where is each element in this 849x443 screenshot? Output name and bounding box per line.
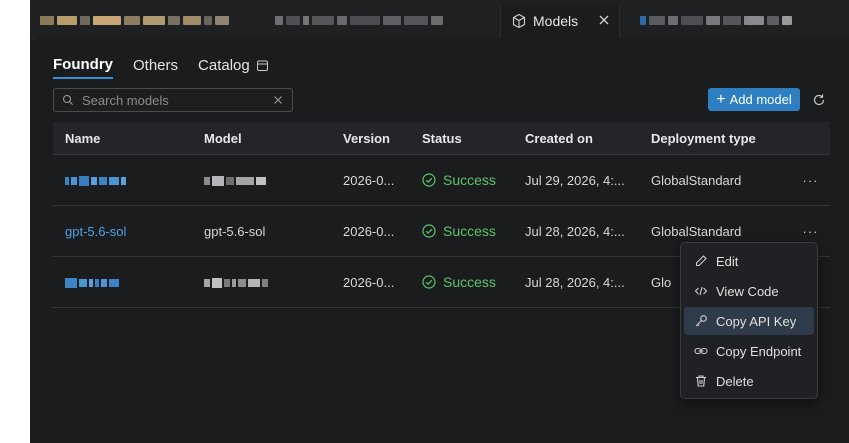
search-box[interactable] xyxy=(53,88,293,112)
menu-item-label: Copy Endpoint xyxy=(716,343,802,359)
redacted-model xyxy=(204,173,343,188)
version-cell: 2026-0... xyxy=(343,172,395,188)
trash-icon xyxy=(696,375,706,387)
menu-item-label: View Code xyxy=(716,283,779,299)
tab-catalog[interactable]: Catalog xyxy=(198,56,269,79)
search-input[interactable] xyxy=(80,91,264,109)
tab-others[interactable]: Others xyxy=(133,56,178,79)
redacted-tab-3[interactable] xyxy=(640,12,795,26)
header-model[interactable]: Model xyxy=(204,131,343,146)
tab-models[interactable]: Models xyxy=(500,3,620,39)
app-window: Models Foundry Others Catalog + Add mode… xyxy=(30,0,849,443)
status-badge: Success xyxy=(422,223,525,239)
redacted-name[interactable] xyxy=(53,173,204,188)
menu-item-label: Edit xyxy=(716,253,739,269)
calendar-icon xyxy=(256,60,268,71)
status-text: Success xyxy=(443,172,496,188)
menu-item-copy-api-key[interactable]: Copy API Key xyxy=(684,307,814,335)
editor-tab-strip: Models xyxy=(30,0,849,39)
status-badge: Success xyxy=(422,172,525,188)
close-icon[interactable] xyxy=(597,13,611,27)
deployment-name-link[interactable]: gpt-5.6-sol xyxy=(53,224,204,239)
header-deployment[interactable]: Deployment type xyxy=(651,131,791,146)
add-model-button[interactable]: + Add model xyxy=(708,88,800,111)
code-icon xyxy=(694,286,708,296)
check-circle-icon xyxy=(422,224,436,238)
menu-item-copy-endpoint[interactable]: Copy Endpoint xyxy=(684,337,814,365)
table-header: Name Model Version Status Created on Dep… xyxy=(53,122,830,155)
more-actions-button[interactable]: ··· xyxy=(791,224,830,239)
refresh-icon[interactable] xyxy=(812,93,826,107)
menu-item-edit[interactable]: Edit xyxy=(684,247,814,275)
menu-item-view-code[interactable]: View Code xyxy=(684,277,814,305)
pencil-icon xyxy=(695,255,707,267)
menu-item-label: Copy API Key xyxy=(716,313,797,329)
deployment-cell: GlobalStandard xyxy=(651,172,742,188)
check-circle-icon xyxy=(422,275,436,289)
row-context-menu: Edit View Code Copy API Key Copy Endpoin… xyxy=(680,242,818,399)
created-cell: Jul 28, 2026, 4:... xyxy=(525,274,625,290)
menu-item-delete[interactable]: Delete xyxy=(684,367,814,395)
redacted-name[interactable] xyxy=(53,275,204,290)
plus-icon: + xyxy=(716,90,726,108)
add-model-label: Add model xyxy=(729,92,792,107)
status-badge: Success xyxy=(422,274,525,290)
check-circle-icon xyxy=(422,173,436,187)
header-version[interactable]: Version xyxy=(343,131,422,146)
more-actions-button[interactable]: ··· xyxy=(791,173,830,188)
redacted-tab-2[interactable] xyxy=(275,12,446,26)
status-text: Success xyxy=(443,223,496,239)
version-cell: 2026-0... xyxy=(343,274,395,290)
redacted-tab-1[interactable] xyxy=(40,12,232,26)
redacted-model xyxy=(204,275,343,290)
search-icon xyxy=(62,94,73,105)
menu-item-label: Delete xyxy=(716,373,754,389)
header-name[interactable]: Name xyxy=(53,131,204,146)
tab-catalog-label: Catalog xyxy=(198,57,250,74)
tab-foundry[interactable]: Foundry xyxy=(53,56,113,79)
clear-icon[interactable] xyxy=(272,94,284,106)
header-created[interactable]: Created on xyxy=(525,131,651,146)
header-status[interactable]: Status xyxy=(422,131,525,146)
status-text: Success xyxy=(443,274,496,290)
link-icon xyxy=(694,347,708,355)
cube-icon xyxy=(512,13,526,29)
subtab-bar: Foundry Others Catalog xyxy=(53,56,289,79)
created-cell: Jul 29, 2026, 4:... xyxy=(525,172,625,188)
tab-models-label: Models xyxy=(533,13,579,29)
model-cell: gpt-5.6-sol xyxy=(204,223,266,239)
version-cell: 2026-0... xyxy=(343,223,395,239)
key-icon xyxy=(695,315,707,327)
deployment-cell: GlobalStandard xyxy=(651,223,742,239)
table-row[interactable]: 2026-0... Success Jul 29, 2026, 4:... Gl… xyxy=(53,155,830,206)
created-cell: Jul 28, 2026, 4:... xyxy=(525,223,625,239)
